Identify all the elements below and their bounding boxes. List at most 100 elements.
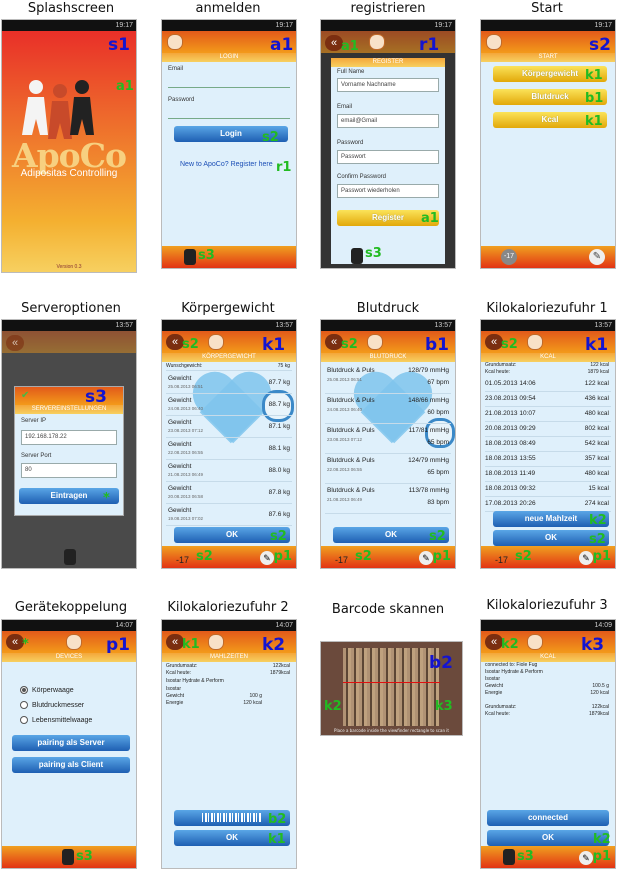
device-icon[interactable] xyxy=(62,849,74,865)
wrench-icon[interactable]: ✎ xyxy=(579,551,593,565)
bp-row-date: 25.08.2013 06:51 xyxy=(327,377,363,382)
bp-row-pulse: 65 bpm xyxy=(427,439,449,446)
device-icon[interactable] xyxy=(351,248,363,264)
tag-p1: p1 xyxy=(592,849,611,864)
blood-pressure-row[interactable]: Blutdruck & Puls 23.08.2013 07:12 117/81 m… xyxy=(325,424,451,454)
weight-row[interactable]: Gewicht 21.08.2013 06:49 88.0 kg xyxy=(166,460,292,482)
kcal-heute-label: Kcal heute: xyxy=(485,369,511,375)
ok-button[interactable]: OK xyxy=(487,830,609,846)
weight-row[interactable]: Gewicht 23.08.2013 07:12 87.1 kg xyxy=(166,416,292,438)
bp-row-value: 128/79 mmHg xyxy=(408,367,449,374)
device-icon[interactable] xyxy=(64,549,76,565)
weight-row-label: Gewicht xyxy=(168,507,192,514)
tag-b2: b2 xyxy=(268,812,287,827)
blood-pressure-row[interactable]: Blutdruck & Puls 25.08.2013 06:51 128/79 m… xyxy=(325,364,451,394)
kcal-row[interactable]: 18.08.2013 13:55 357 kcal xyxy=(485,451,611,467)
password-field[interactable]: Passwort xyxy=(337,150,439,164)
screen-title: BLUTDRUCK xyxy=(321,353,455,362)
blood-pressure-row[interactable]: Blutdruck & Puls 22.08.2013 06:55 124/79 m… xyxy=(325,454,451,484)
device-icon[interactable] xyxy=(503,849,515,865)
gewicht-row: Gewicht 100.5 g xyxy=(485,683,611,689)
score-badge[interactable]: -17 xyxy=(501,249,517,265)
radio-lebensmittelwaage[interactable]: Lebensmittelwaage xyxy=(20,716,92,724)
kcal-row-value: 274 kcal xyxy=(584,500,609,507)
kcal-row[interactable]: 18.08.2013 09:32 15 kcal xyxy=(485,481,611,497)
weight-row[interactable]: Gewicht 22.08.2013 06:55 88.1 kg xyxy=(166,438,292,460)
score-badge[interactable]: -17 xyxy=(495,555,508,565)
kcal-row[interactable]: 18.08.2013 08:49 542 kcal xyxy=(485,436,611,452)
email-field[interactable] xyxy=(168,75,290,88)
register-link[interactable]: New to ApoCo? Register here xyxy=(180,161,273,168)
app-logo-icon[interactable] xyxy=(208,634,224,650)
weight-row[interactable]: Gewicht 25.08.2013 06:51 87.7 kg xyxy=(166,372,292,394)
status-bar: 14:07 xyxy=(162,620,296,631)
server-ip-field[interactable]: 192.168.178.22 xyxy=(21,430,117,445)
radio-koerperwaage[interactable]: Körperwaage xyxy=(20,686,74,694)
bp-row-date: 22.08.2013 06:55 xyxy=(327,467,363,472)
wrench-icon[interactable]: ✎ xyxy=(260,551,274,565)
kcal-row[interactable]: 20.08.2013 09:29 802 kcal xyxy=(485,421,611,437)
kcal-row-value: 802 kcal xyxy=(584,425,609,432)
app-logo-icon[interactable] xyxy=(369,34,385,50)
tag-a1: a1 xyxy=(270,35,294,55)
tag-s2: s2 xyxy=(501,337,518,352)
weight-row-value: 87.8 kg xyxy=(268,489,290,496)
status-clock: 13:57 xyxy=(434,322,452,329)
tag-s2: s2 xyxy=(589,35,611,55)
weight-row-date: 24.08.2013 06:40 xyxy=(168,406,204,411)
wrench-icon[interactable]: ✎ xyxy=(579,851,593,865)
score-badge[interactable]: -17 xyxy=(335,555,348,565)
app-logo-icon[interactable] xyxy=(167,34,183,50)
blood-pressure-row[interactable]: Blutdruck & Puls 24.08.2013 06:40 148/66 m… xyxy=(325,394,451,424)
back-icon[interactable]: « xyxy=(6,335,24,351)
app-logo-icon[interactable] xyxy=(527,334,543,350)
radio-blutdruckmesser[interactable]: Blutdruckmesser xyxy=(20,701,84,709)
kcal-row[interactable]: 23.08.2013 09:54 436 kcal xyxy=(485,391,611,407)
weight-row-date: 23.08.2013 07:12 xyxy=(168,428,204,433)
device-icon[interactable] xyxy=(184,249,196,265)
kcal-row[interactable]: 18.08.2013 11:49 480 kcal xyxy=(485,466,611,482)
email-field[interactable]: email@Gmail xyxy=(337,114,439,128)
weight-row[interactable]: Gewicht 20.08.2013 06:58 87.8 kg xyxy=(166,482,292,504)
app-logo-icon[interactable] xyxy=(367,334,383,350)
weight-row-value: 88.0 kg xyxy=(268,467,290,474)
tag-k2: k2 xyxy=(501,637,519,652)
password-label: Password xyxy=(168,97,195,103)
wunschgewicht-row: Wunschgewicht: 75 kg xyxy=(166,362,292,371)
app-logo-icon[interactable] xyxy=(486,34,502,50)
kcal-row-value: 480 kcal xyxy=(584,410,609,417)
connected-button[interactable]: connected xyxy=(487,810,609,826)
password-field[interactable] xyxy=(168,106,290,119)
repeat-password-field[interactable]: Passwort wiederholen xyxy=(337,184,439,198)
name-field[interactable]: Vorname Nachname xyxy=(337,78,439,92)
blood-pressure-row[interactable]: Blutdruck & Puls 21.08.2013 06:49 113/78 m… xyxy=(325,484,451,514)
app-logo-icon[interactable] xyxy=(527,634,543,650)
kcal-row[interactable]: 01.05.2013 14:06 122 kcal xyxy=(485,376,611,392)
app-logo-icon[interactable] xyxy=(66,634,82,650)
screen-koerpergewicht: 13:57 « s2 k1 KÖRPERGEWICHT Wunschgewich… xyxy=(162,320,296,568)
kcal-heute-row: Kcal heute: 1879 kcal xyxy=(485,369,611,375)
caption-kilokaloriezufuhr-3: Kilokaloriezufuhr 3 xyxy=(486,598,608,613)
grundumsatz-label: Grundumsatz: xyxy=(166,663,198,669)
pairing-server-button[interactable]: pairing als Server xyxy=(12,735,130,751)
server-port-field[interactable]: 80 xyxy=(21,463,117,478)
wrench-icon[interactable]: ✎ xyxy=(589,249,605,265)
app-logo-icon[interactable] xyxy=(208,334,224,350)
kcal-row-date: 01.05.2013 14:06 xyxy=(485,380,536,387)
kcal-row[interactable]: 17.08.2013 20:26 274 kcal xyxy=(485,496,611,512)
kcal-heute-value: 1879 kcal xyxy=(587,369,609,375)
weight-row[interactable]: Gewicht 19.08.2013 07:02 87.6 kg xyxy=(166,504,292,526)
weight-row[interactable]: Gewicht 24.08.2013 06:40 88.7 kg xyxy=(166,394,292,416)
energie-label: Energie xyxy=(166,700,184,706)
status-clock: 19:17 xyxy=(594,22,612,29)
score-badge[interactable]: -17 xyxy=(176,555,189,565)
wrench-icon[interactable]: ✎ xyxy=(419,551,433,565)
pairing-client-button[interactable]: pairing als Client xyxy=(12,757,130,773)
scan-hint: Place a barcode inside the viewfinder re… xyxy=(334,728,449,733)
gewicht-value: 100.5 g xyxy=(592,683,609,689)
tag-s2-ok: s2 xyxy=(270,529,287,544)
kcal-row[interactable]: 21.08.2013 10:07 480 kcal xyxy=(485,406,611,422)
caption-splashscreen: Splashscreen xyxy=(27,1,115,16)
grundumsatz-row: Grundumsatz: 122kcal xyxy=(166,663,292,669)
footer-bar xyxy=(162,246,296,268)
